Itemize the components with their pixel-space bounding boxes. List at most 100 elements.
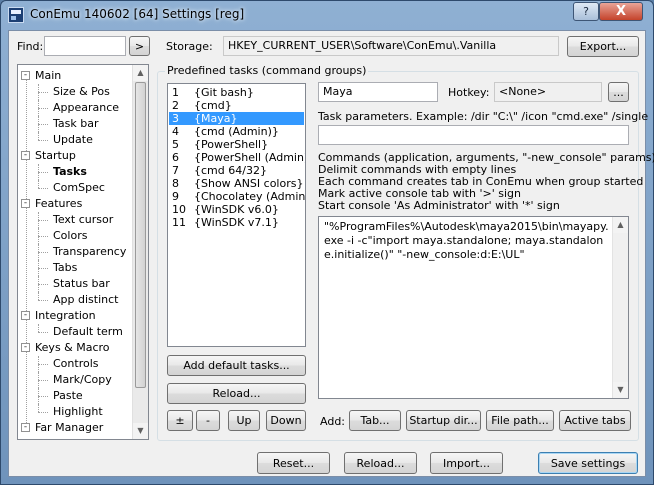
save-settings-button[interactable]: Save settings bbox=[538, 452, 638, 474]
tree-item-appearance[interactable]: Appearance bbox=[53, 100, 119, 116]
task-number: 5 bbox=[172, 138, 179, 151]
task-list-item[interactable]: 3 {Maya} bbox=[169, 112, 304, 125]
tree-scrollbar[interactable]: ▲ ▼ bbox=[132, 65, 148, 439]
tree-item-startup[interactable]: Startup bbox=[35, 148, 76, 164]
task-list-item[interactable]: 11 {WinSDK v7.1} bbox=[169, 216, 304, 229]
tree-item-keys-macro[interactable]: Keys & Macro bbox=[35, 340, 110, 356]
title-bar[interactable]: ConEmu 140602 [64] Settings [reg] ? X bbox=[1, 1, 653, 29]
reload-settings-button[interactable]: Reload... bbox=[344, 452, 417, 474]
export-button[interactable]: Export... bbox=[567, 36, 639, 57]
tree-expand-toggle-icon[interactable]: - bbox=[21, 343, 30, 352]
close-button[interactable]: X bbox=[599, 2, 643, 21]
tree-item-text-cursor[interactable]: Text cursor bbox=[53, 212, 113, 228]
tree-item-tabs[interactable]: Tabs bbox=[53, 260, 77, 276]
tree-branch-line bbox=[38, 412, 48, 413]
tree-expand-toggle-icon[interactable]: - bbox=[21, 199, 30, 208]
tree-branch-line bbox=[38, 188, 48, 189]
tree-branch-line bbox=[38, 180, 39, 188]
tree-expand-toggle-icon[interactable]: - bbox=[21, 423, 30, 432]
tree-branch-line bbox=[38, 244, 39, 252]
task-list-item[interactable]: 5 {PowerShell} bbox=[169, 138, 304, 151]
add-default-tasks-button[interactable]: Add default tasks... bbox=[167, 355, 306, 376]
tree-item-controls[interactable]: Controls bbox=[53, 356, 99, 372]
tree-item-status-bar[interactable]: Status bar bbox=[53, 276, 110, 292]
window-title: ConEmu 140602 [64] Settings [reg] bbox=[30, 7, 245, 21]
tree-branch-line bbox=[38, 276, 39, 284]
task-name-input[interactable]: Maya bbox=[318, 82, 438, 102]
tree-item-transparency[interactable]: Transparency bbox=[53, 244, 126, 260]
task-number: 6 bbox=[172, 151, 179, 164]
task-params-input[interactable] bbox=[318, 125, 629, 145]
task-number: 2 bbox=[172, 99, 179, 112]
add-tab-button[interactable]: Tab... bbox=[349, 410, 401, 431]
tree-branch-line bbox=[38, 388, 39, 396]
storage-path-field[interactable]: HKEY_CURRENT_USER\Software\ConEmu\.Vanil… bbox=[223, 36, 559, 56]
task-list-item[interactable]: 7 {cmd 64/32} bbox=[169, 164, 304, 177]
tree-item-task-bar[interactable]: Task bar bbox=[53, 116, 98, 132]
tree-item-features[interactable]: Features bbox=[35, 196, 82, 212]
find-input[interactable] bbox=[44, 36, 126, 56]
add-startup-dir-button[interactable]: Startup dir... bbox=[406, 410, 481, 431]
tree-item-default-term[interactable]: Default term bbox=[53, 324, 123, 340]
find-go-button[interactable]: > bbox=[129, 36, 150, 56]
tree-branch-line bbox=[38, 332, 48, 333]
hotkey-field[interactable]: <None> bbox=[494, 82, 602, 102]
tree-item-far-manager[interactable]: Far Manager bbox=[35, 420, 103, 436]
tree-item-size-pos[interactable]: Size & Pos bbox=[53, 84, 110, 100]
hotkey-choose-button[interactable]: ... bbox=[608, 82, 629, 102]
remove-task-button[interactable]: - bbox=[196, 410, 220, 431]
tree-branch-line bbox=[38, 220, 48, 221]
tree-branch-line bbox=[38, 100, 39, 108]
tree-branch-line bbox=[38, 292, 39, 300]
tree-item-update[interactable]: Update bbox=[53, 132, 93, 148]
tree-branch-line bbox=[38, 84, 39, 92]
task-list-item[interactable]: 8 {Show ANSI colors} bbox=[169, 177, 304, 190]
task-list-item[interactable]: 2 {cmd} bbox=[169, 99, 304, 112]
tree-item-highlight[interactable]: Highlight bbox=[53, 404, 103, 420]
commands-scrollbar[interactable]: ▲ ▼ bbox=[612, 217, 628, 398]
settings-tree[interactable]: - Main Size & Pos Appearance Task bar Update -… bbox=[17, 64, 149, 440]
add-active-tabs-button[interactable]: Active tabs bbox=[559, 410, 631, 431]
task-commands-textarea[interactable]: "%ProgramFiles%\Autodesk\maya2015\bin\ma… bbox=[318, 216, 629, 399]
tree-branch-line bbox=[38, 172, 48, 173]
task-name: {cmd 64/32} bbox=[194, 164, 267, 177]
tree-branch-line bbox=[38, 268, 39, 276]
tree-expand-toggle-icon[interactable]: - bbox=[21, 71, 30, 80]
settings-window: ConEmu 140602 [64] Settings [reg] ? X Fi… bbox=[0, 0, 654, 485]
task-list-item[interactable]: 1 {Git bash} bbox=[169, 86, 304, 99]
task-list-item[interactable]: 4 {cmd (Admin)} bbox=[169, 125, 304, 138]
task-list-item[interactable]: 10 {WinSDK v6.0} bbox=[169, 203, 304, 216]
import-button[interactable]: Import... bbox=[430, 452, 503, 474]
task-list-item[interactable]: 6 {PowerShell (Admin)} bbox=[169, 151, 305, 164]
task-number: 9 bbox=[172, 190, 179, 203]
tree-branch-line bbox=[38, 116, 39, 124]
tree-branch-line bbox=[38, 284, 39, 292]
tree-item-main[interactable]: Main bbox=[35, 68, 61, 84]
commands-scroll-up-icon[interactable]: ▲ bbox=[613, 217, 628, 233]
task-list-item[interactable]: 9 {Chocolatey (Admin)} bbox=[169, 190, 305, 203]
add-task-button[interactable]: ± bbox=[167, 410, 193, 431]
help-button[interactable]: ? bbox=[573, 2, 599, 21]
commands-scroll-down-icon[interactable]: ▼ bbox=[613, 382, 628, 398]
reset-button[interactable]: Reset... bbox=[257, 452, 330, 474]
tree-item-integration[interactable]: Integration bbox=[35, 308, 96, 324]
tree-item-paste[interactable]: Paste bbox=[53, 388, 83, 404]
tree-item-mark-copy[interactable]: Mark/Copy bbox=[53, 372, 112, 388]
tree-expand-toggle-icon[interactable]: - bbox=[21, 311, 30, 320]
task-name: {Git bash} bbox=[194, 86, 254, 99]
settings-tree-items: - Main Size & Pos Appearance Task bar Update -… bbox=[18, 65, 133, 439]
tree-item-app-distinct[interactable]: App distinct bbox=[53, 292, 118, 308]
tree-scroll-thumb[interactable] bbox=[135, 82, 146, 388]
task-name: {cmd (Admin)} bbox=[194, 125, 279, 138]
tree-scroll-up-icon[interactable]: ▲ bbox=[133, 65, 148, 81]
task-list[interactable]: 1 {Git bash} 2 {cmd} 3 {Maya} 4 {cmd (Admin)} 5 {… bbox=[167, 83, 306, 347]
add-file-path-button[interactable]: File path... bbox=[486, 410, 554, 431]
tree-item-tasks[interactable]: Tasks bbox=[53, 164, 87, 180]
move-down-button[interactable]: Down bbox=[266, 410, 306, 431]
tree-item-comspec[interactable]: ComSpec bbox=[53, 180, 105, 196]
reload-tasks-button[interactable]: Reload... bbox=[167, 383, 306, 404]
tree-scroll-down-icon[interactable]: ▼ bbox=[133, 423, 148, 439]
tree-item-colors[interactable]: Colors bbox=[53, 228, 87, 244]
tree-expand-toggle-icon[interactable]: - bbox=[21, 151, 30, 160]
move-up-button[interactable]: Up bbox=[228, 410, 260, 431]
